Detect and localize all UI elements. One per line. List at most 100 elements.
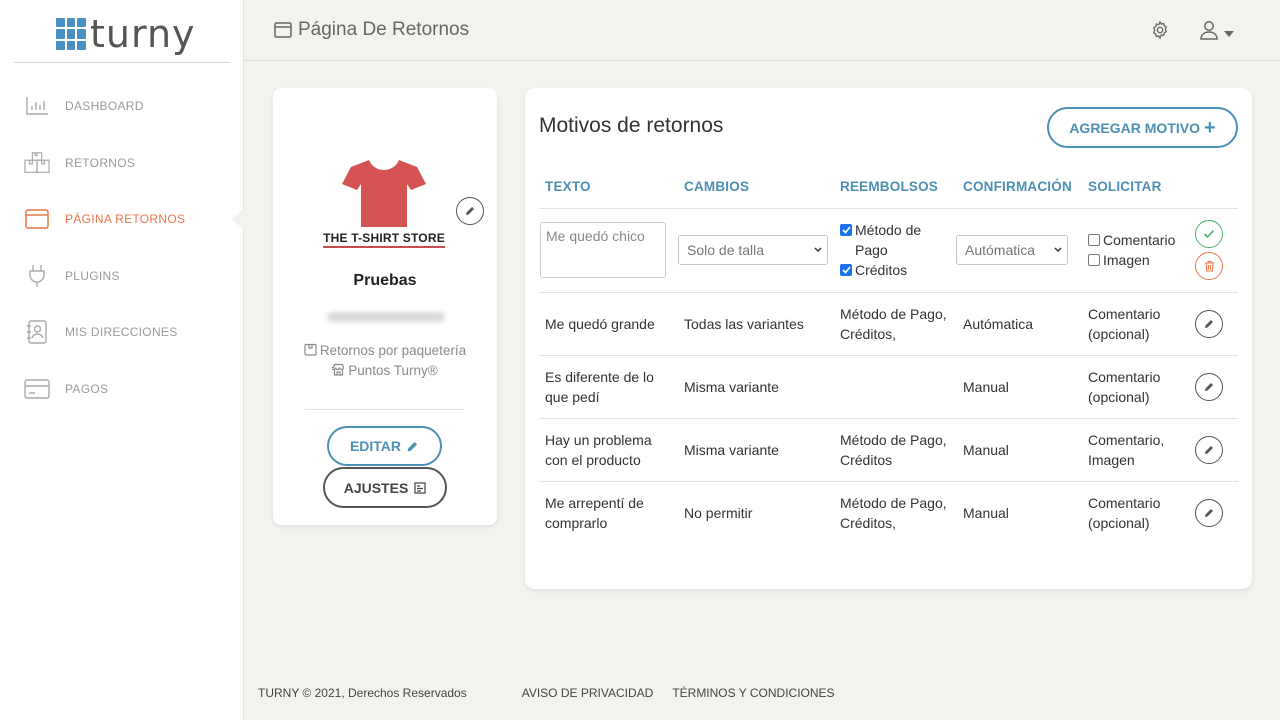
sidebar-nav: DASHBOARD RETORNOS PÁGINA RETORNOS PLUGI… bbox=[0, 78, 245, 418]
card-divider bbox=[305, 409, 465, 410]
checkbox-unchecked-icon bbox=[1088, 234, 1100, 246]
column-header-cambios: CAMBIOS bbox=[678, 166, 834, 209]
return-option-shipping: Retornos por paquetería bbox=[273, 341, 497, 361]
credit-card-icon bbox=[24, 378, 50, 400]
chevron-down-icon bbox=[1224, 24, 1234, 42]
address-book-icon bbox=[24, 320, 50, 344]
column-header-solicitar: SOLICITAR bbox=[1082, 166, 1189, 209]
table-row: Me arrepentí de comprarlo No permitir Mé… bbox=[539, 481, 1238, 544]
edit-logo-button[interactable] bbox=[456, 197, 484, 225]
cell-cambios: Misma variante bbox=[678, 355, 834, 419]
request-comment-checkbox[interactable]: Comentario bbox=[1088, 230, 1189, 250]
refund-credits-checkbox[interactable]: Créditos bbox=[840, 260, 957, 280]
edit-button[interactable]: EDITAR bbox=[327, 426, 442, 466]
pencil-icon bbox=[1205, 382, 1213, 391]
sidebar-item-retornos[interactable]: RETORNOS bbox=[0, 135, 244, 192]
chevron-down-icon bbox=[814, 247, 822, 253]
sidebar-item-mis-direcciones[interactable]: MIS DIRECCIONES bbox=[0, 304, 244, 361]
column-header-confirmacion: CONFIRMACIÓN bbox=[957, 166, 1082, 209]
sidebar-item-pagina-retornos[interactable]: PÁGINA RETORNOS bbox=[0, 191, 245, 248]
cell-solicitar: Comentario (opcional) bbox=[1082, 355, 1189, 419]
sidebar-item-label: MIS DIRECCIONES bbox=[65, 325, 178, 340]
table-row: Es diferente de lo que pedí Misma varian… bbox=[539, 355, 1238, 419]
delete-button[interactable] bbox=[1195, 252, 1223, 280]
package-icon bbox=[304, 342, 317, 356]
settings-gear-icon[interactable] bbox=[1150, 20, 1170, 40]
cell-confirmacion: Autómatica bbox=[957, 292, 1082, 356]
store-icon bbox=[331, 362, 345, 376]
user-icon bbox=[1200, 20, 1218, 45]
cell-texto: Me quedó grande bbox=[539, 292, 678, 356]
plus-icon: + bbox=[1203, 116, 1216, 139]
sidebar-item-label: PLUGINS bbox=[65, 268, 120, 283]
logo-text: turny bbox=[90, 12, 196, 56]
store-logo: THE T-SHIRT STORE bbox=[319, 158, 449, 248]
confirmacion-select[interactable]: Autómatica bbox=[956, 235, 1068, 265]
cell-reembolsos: Método de Pago, Créditos, bbox=[834, 292, 957, 356]
turny-logo[interactable]: turny bbox=[56, 14, 196, 54]
pencil-icon bbox=[1205, 445, 1213, 454]
check-icon bbox=[1203, 229, 1215, 239]
privacy-link[interactable]: AVISO DE PRIVACIDAD bbox=[522, 686, 654, 700]
panel-title: Motivos de retornos bbox=[539, 114, 724, 137]
table-header-row: TEXTO CAMBIOS REEMBOLSOS CONFIRMACIÓN SO… bbox=[539, 166, 1238, 209]
browser-window-icon bbox=[274, 22, 292, 38]
reason-text-input[interactable]: Me quedó chico bbox=[540, 222, 666, 278]
cell-texto: Me arrepentí de comprarlo bbox=[545, 494, 644, 531]
sidebar-item-pagos[interactable]: PAGOS bbox=[0, 361, 244, 418]
top-header: Página De Retornos bbox=[244, 0, 1280, 61]
store-return-options: Retornos por paquetería Puntos Turny® bbox=[273, 341, 497, 381]
chevron-down-icon bbox=[1054, 247, 1062, 253]
return-reasons-panel: Motivos de retornos AGREGAR MOTIVO + TEXT… bbox=[525, 88, 1252, 589]
page-title-text: Página De Retornos bbox=[298, 19, 470, 40]
trash-icon bbox=[1204, 260, 1214, 272]
pencil-icon bbox=[1205, 508, 1213, 517]
store-logo-text: THE T-SHIRT STORE bbox=[323, 231, 445, 248]
reasons-table: TEXTO CAMBIOS REEMBOLSOS CONFIRMACIÓN SO… bbox=[539, 166, 1238, 544]
cell-texto: Hay un problema con el producto bbox=[539, 418, 678, 482]
sidebar: turny DASHBOARD RETORNOS PÁGINA RETORNOS bbox=[0, 0, 245, 720]
add-reason-button[interactable]: AGREGAR MOTIVO + bbox=[1047, 107, 1238, 148]
user-menu[interactable] bbox=[1200, 20, 1234, 45]
sidebar-item-dashboard[interactable]: DASHBOARD bbox=[0, 78, 244, 135]
sidebar-item-label: PAGOS bbox=[65, 381, 109, 396]
column-header-actions bbox=[1189, 166, 1238, 209]
sidebar-item-label: DASHBOARD bbox=[65, 99, 144, 114]
edit-row-button[interactable] bbox=[1195, 372, 1223, 401]
terms-link[interactable]: TÉRMINOS Y CONDICIONES bbox=[672, 686, 834, 700]
cell-solicitar: Comentario, Imagen bbox=[1082, 418, 1189, 482]
checkbox-checked-icon bbox=[840, 264, 852, 276]
edit-row-button[interactable] bbox=[1195, 435, 1223, 464]
cell-solicitar: Comentario (opcional) bbox=[1082, 292, 1189, 356]
pencil-icon bbox=[407, 441, 418, 451]
request-image-checkbox[interactable]: Imagen bbox=[1088, 250, 1189, 270]
footer-copyright: TURNY © 2021, Derechos Reservados bbox=[258, 686, 467, 700]
cell-cambios: Todas las variantes bbox=[678, 292, 834, 356]
table-row: Me quedó grande Todas las variantes Méto… bbox=[539, 292, 1238, 356]
browser-window-icon bbox=[24, 208, 50, 230]
cell-confirmacion: Manual bbox=[963, 504, 1009, 521]
edit-row-button[interactable] bbox=[1195, 498, 1223, 527]
plug-icon bbox=[24, 264, 50, 287]
pencil-icon bbox=[466, 207, 474, 215]
column-header-reembolsos: REEMBOLSOS bbox=[834, 166, 957, 209]
cell-solicitar: Comentario (opcional) bbox=[1088, 494, 1161, 531]
store-card: THE T-SHIRT STORE Pruebas Retornos por p… bbox=[273, 88, 497, 525]
store-name: Pruebas bbox=[353, 272, 417, 289]
return-option-points: Puntos Turny® bbox=[273, 361, 497, 381]
sidebar-item-label: PÁGINA RETORNOS bbox=[65, 212, 186, 227]
settings-button[interactable]: AJUSTES bbox=[323, 467, 447, 508]
edit-row-button[interactable] bbox=[1195, 309, 1223, 338]
cell-cambios: Misma variante bbox=[678, 418, 834, 482]
edit-row: Me quedó chico Solo de talla Método de P… bbox=[539, 208, 1238, 293]
confirm-button[interactable] bbox=[1195, 220, 1223, 248]
checkbox-unchecked-icon bbox=[1088, 254, 1100, 266]
table-row: Hay un problema con el producto Misma va… bbox=[539, 418, 1238, 482]
cell-confirmacion: Manual bbox=[957, 355, 1082, 419]
cell-cambios: No permitir bbox=[684, 504, 753, 521]
cell-texto: Es diferente de lo que pedí bbox=[539, 355, 678, 419]
sidebar-item-plugins[interactable]: PLUGINS bbox=[0, 248, 244, 305]
footer: TURNY © 2021, Derechos Reservados AVISO … bbox=[258, 686, 835, 700]
cambios-select[interactable]: Solo de talla bbox=[678, 235, 828, 265]
refund-payment-checkbox[interactable]: Método de Pago bbox=[840, 220, 957, 260]
